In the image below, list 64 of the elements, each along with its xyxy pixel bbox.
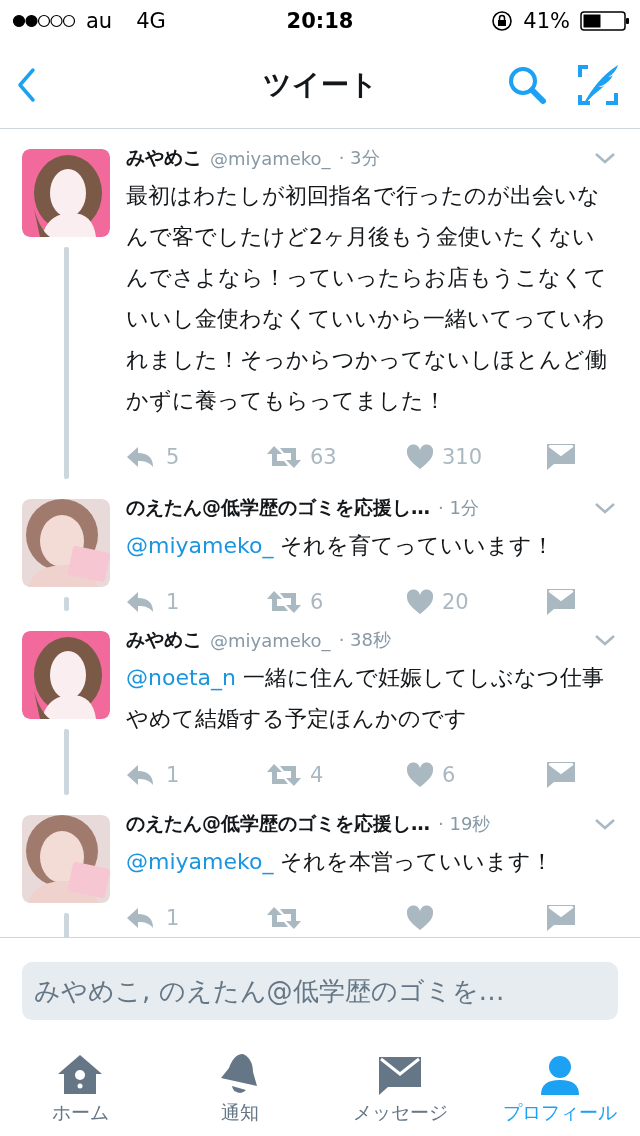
chevron-down-icon[interactable]	[594, 502, 616, 514]
tweet-text: @miyameko_ それを本営っていいます！	[126, 848, 555, 877]
author-handle: @miyameko_	[210, 629, 331, 651]
clock-text: 20:18	[286, 9, 354, 33]
envelope-icon[interactable]	[546, 443, 576, 471]
mention-link[interactable]: @miyameko_	[126, 533, 274, 558]
author-name: のえたん@低学歴のゴミを応援し…	[126, 811, 430, 836]
thread-line	[63, 597, 69, 611]
action-count: 6	[310, 590, 324, 614]
action-count: 63	[310, 445, 337, 469]
mention-link[interactable]: @noeta_n	[126, 665, 236, 690]
envelope-icon[interactable]	[546, 904, 576, 932]
tweet-time: · 3分	[338, 146, 380, 170]
tweet-time: · 38秒	[338, 628, 391, 652]
search-button[interactable]	[506, 64, 548, 106]
heart-icon[interactable]	[406, 905, 434, 931]
author-handle: @miyameko_	[210, 147, 331, 169]
retweet-icon[interactable]	[266, 906, 302, 930]
author-name: のえたん@低学歴のゴミを応援し…	[126, 495, 430, 520]
tab-item[interactable]: メッセージ	[320, 1040, 480, 1136]
tweet-text: @miyameko_ それを育てっていいます！	[126, 532, 556, 561]
action-count: 6	[442, 763, 456, 787]
carrier-text: au	[86, 9, 113, 33]
tweet-time: · 1分	[438, 496, 479, 520]
chevron-down-icon[interactable]	[594, 634, 616, 646]
rotation-lock-icon	[491, 10, 514, 32]
tweet-text: 最初はわたしが初回指名で行ったのが出会いなんで客でしたけど2ヶ月後もう金使いたくないんでさよなら！っていったらお店もうこなくていいし金使わなくていいから一緒いてっていわれました！そっからつかってないしほとんど働かずに養ってもらってました！	[126, 182, 608, 415]
author-name: みやめこ	[126, 145, 202, 170]
tweet-text: @noeta_n 一緒に住んで妊娠してしぶなつ仕事やめて結婚する予定ほんかのです	[126, 664, 605, 733]
thread-line	[63, 729, 69, 795]
envelope-icon	[378, 1056, 422, 1096]
heart-icon[interactable]	[406, 762, 434, 788]
action-count: 1	[166, 763, 180, 787]
action-count: 1	[166, 590, 180, 614]
tab-item[interactable]: ホーム	[0, 1040, 160, 1136]
action-count: 1	[166, 906, 180, 930]
heart-icon[interactable]	[406, 444, 434, 470]
mention-link[interactable]: @miyameko_	[126, 849, 274, 874]
action-count: 310	[442, 445, 483, 469]
heart-icon[interactable]	[406, 589, 434, 615]
retweet-icon[interactable]	[266, 445, 302, 469]
retweet-icon[interactable]	[266, 763, 302, 787]
tab-item[interactable]: 通知	[160, 1040, 320, 1136]
action-count: 20	[442, 590, 469, 614]
battery-icon	[580, 11, 630, 31]
tab-item[interactable]: プロフィール	[480, 1040, 640, 1136]
reply-field[interactable]: みやめこ, のえたん@低学歴のゴミを…	[22, 962, 618, 1020]
author-name: みやめこ	[126, 627, 202, 652]
battery-percent: 41%	[523, 9, 570, 33]
person-icon	[539, 1054, 581, 1096]
back-button[interactable]	[16, 67, 36, 103]
action-count: 4	[310, 763, 324, 787]
envelope-icon[interactable]	[546, 588, 576, 616]
signal-icon	[12, 14, 76, 28]
network-text: 4G	[136, 9, 166, 33]
retweet-icon[interactable]	[266, 590, 302, 614]
home-icon	[57, 1054, 103, 1096]
chevron-down-icon[interactable]	[594, 152, 616, 164]
page-title: ツイート	[262, 67, 378, 103]
compose-button[interactable]	[576, 63, 620, 107]
chevron-down-icon[interactable]	[594, 818, 616, 830]
tweet-time: · 19秒	[438, 812, 491, 836]
action-count: 5	[166, 445, 180, 469]
envelope-icon[interactable]	[546, 761, 576, 789]
